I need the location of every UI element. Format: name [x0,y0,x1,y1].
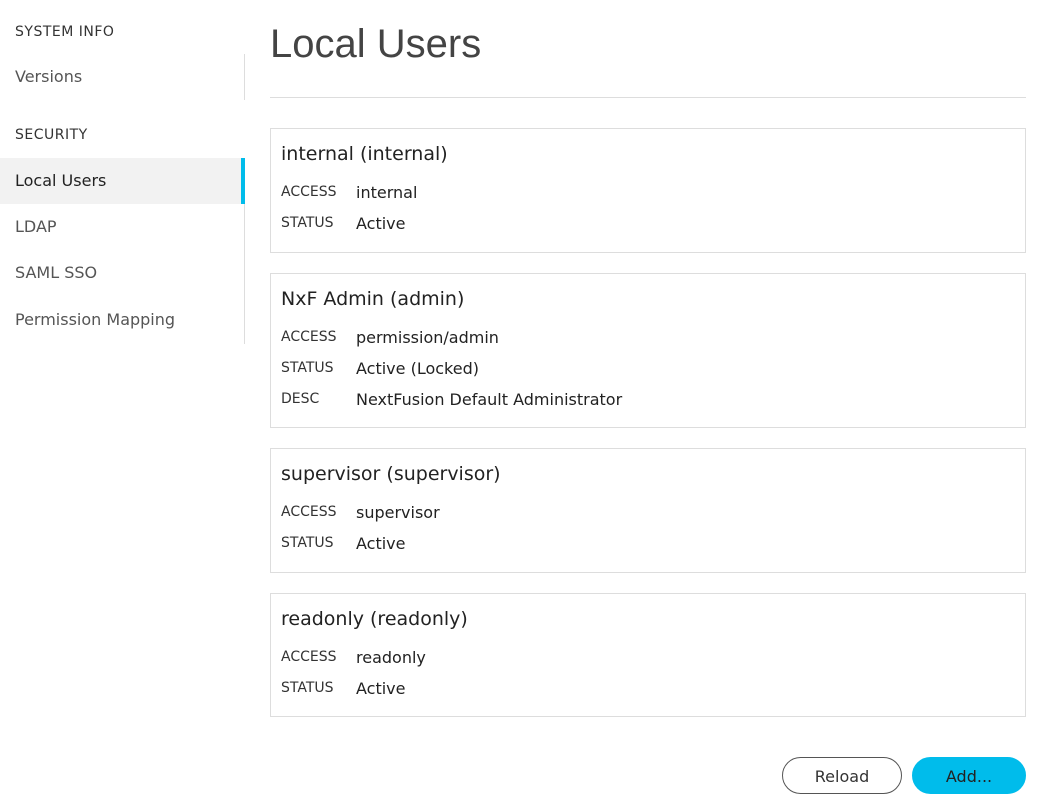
user-card-title: NxF Admin (admin) [281,288,465,310]
field-value: supervisor [356,502,440,522]
field-key: ACCESS [281,649,337,665]
user-card-readonly[interactable]: readonly (readonly) ACCESS readonly STAT… [270,593,1026,717]
user-field-status: STATUS Active [281,213,406,233]
user-field-access: ACCESS readonly [281,647,426,667]
sidebar-item-saml-sso[interactable]: SAML SSO [0,250,245,296]
field-key: ACCESS [281,504,337,520]
sidebar-item-versions[interactable]: Versions [0,54,245,100]
field-key: ACCESS [281,184,337,200]
field-value: internal [356,182,418,202]
field-value: Active [356,533,406,553]
user-field-access: ACCESS supervisor [281,502,440,522]
field-value: Active (Locked) [356,358,479,378]
user-field-status: STATUS Active [281,533,406,553]
field-value: NextFusion Default Administrator [356,389,623,409]
user-field-status: STATUS Active [281,678,406,698]
field-value: Active [356,678,406,698]
field-key: STATUS [281,360,334,376]
field-value: Active [356,213,406,233]
field-key: STATUS [281,535,334,551]
sidebar-divider [244,54,245,100]
user-field-status: STATUS Active (Locked) [281,358,479,378]
sidebar-item-label: Local Users [15,171,107,190]
user-card-title: readonly (readonly) [281,608,468,630]
field-key: STATUS [281,680,334,696]
sidebar-divider [244,204,245,344]
add-button[interactable]: Add... [912,757,1026,794]
user-card-supervisor[interactable]: supervisor (supervisor) ACCESS superviso… [270,448,1026,573]
user-card-title: internal (internal) [281,143,448,165]
sidebar-item-label: Versions [15,67,83,86]
page-title: Local Users [270,22,482,66]
user-field-desc: DESC NextFusion Default Administrator [281,389,622,409]
field-value: readonly [356,647,426,667]
field-value: permission/admin [356,327,499,347]
sidebar: SYSTEM INFO Versions SECURITY Local User… [0,0,245,808]
field-key: STATUS [281,215,334,231]
sidebar-item-local-users[interactable]: Local Users [0,158,245,204]
sidebar-item-label: LDAP [15,217,57,236]
section-title-system-info: SYSTEM INFO [15,24,115,40]
user-card-title: supervisor (supervisor) [281,463,501,485]
sidebar-item-label: SAML SSO [15,263,98,282]
sidebar-item-label: Permission Mapping [15,310,176,329]
title-divider [270,97,1026,98]
field-key: ACCESS [281,329,337,345]
user-card-admin[interactable]: NxF Admin (admin) ACCESS permission/admi… [270,273,1026,428]
user-field-access: ACCESS permission/admin [281,327,499,347]
sidebar-item-ldap[interactable]: LDAP [0,204,245,250]
section-title-security: SECURITY [15,127,88,143]
reload-button[interactable]: Reload [782,757,902,794]
user-card-internal[interactable]: internal (internal) ACCESS internal STAT… [270,128,1026,253]
sidebar-item-permission-mapping[interactable]: Permission Mapping [0,297,245,343]
field-key: DESC [281,391,320,407]
user-field-access: ACCESS internal [281,182,417,202]
